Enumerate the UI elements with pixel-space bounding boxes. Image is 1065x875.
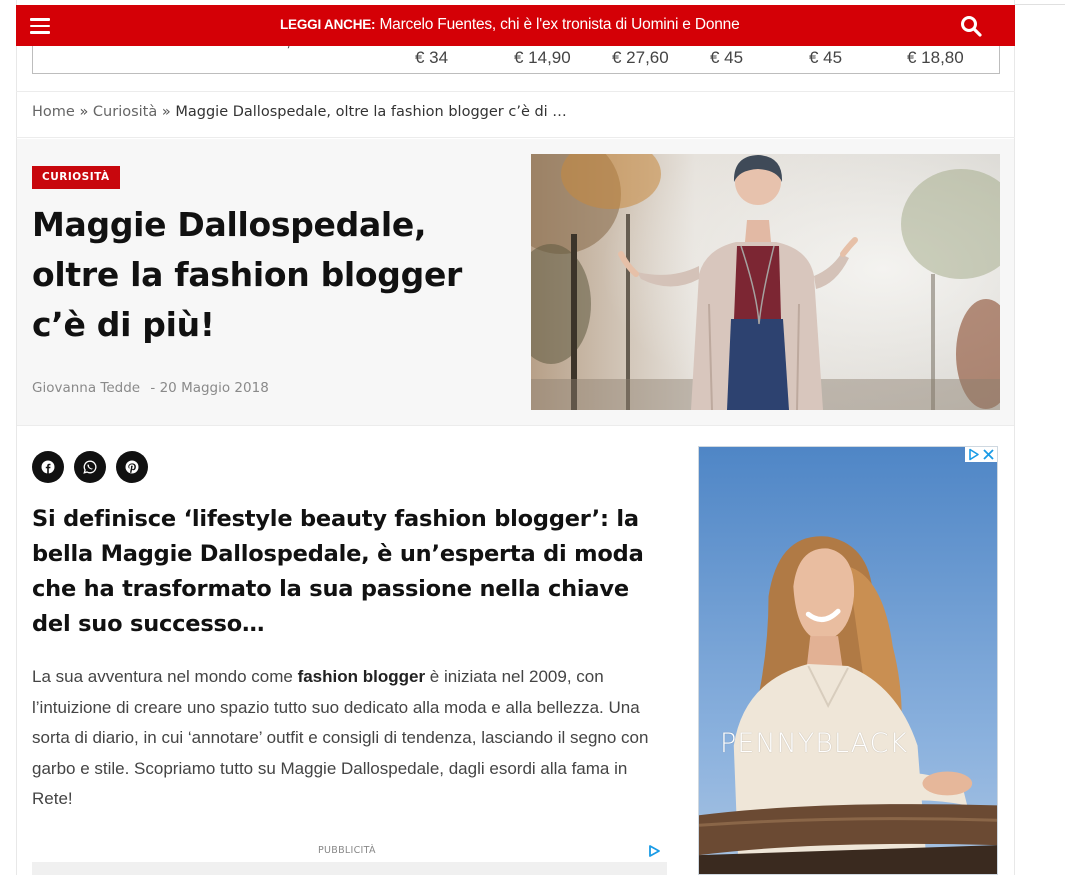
menu-icon[interactable] — [30, 17, 50, 34]
breadcrumb-home[interactable]: Home — [32, 104, 75, 120]
adchoices-icon[interactable] — [648, 845, 660, 857]
breadcrumb: Home » Curiosità » Maggie Dallospedale, … — [32, 104, 567, 120]
read-also-ticker[interactable]: LEGGI ANCHE: Marcelo Fuentes, chi è l'ex… — [280, 16, 740, 34]
price-item[interactable]: € 45 — [809, 48, 842, 68]
share-pinterest-button[interactable] — [116, 451, 148, 483]
hero-image — [531, 154, 1000, 410]
body-text-part: è iniziata nel 2009, con l’intuizione di… — [32, 667, 649, 808]
breadcrumb-separator: » — [79, 104, 89, 120]
top-bar: LEGGI ANCHE: Marcelo Fuentes, chi è l'ex… — [16, 5, 1015, 46]
price-item[interactable]: € 18,80 — [907, 48, 964, 68]
whatsapp-icon — [83, 460, 97, 474]
breadcrumb-section[interactable]: Curiosità — [93, 104, 157, 120]
ad-brand-logo: PENNYBLACK — [720, 728, 909, 759]
article-lead: Si definisce ‘lifestyle beauty fashion b… — [32, 506, 644, 637]
share-facebook-button[interactable] — [32, 451, 64, 483]
byline-separator: - — [150, 380, 156, 396]
ad-close-icon[interactable] — [965, 447, 997, 462]
search-icon[interactable] — [959, 14, 983, 38]
divider — [1015, 4, 1065, 5]
ad-label: PUBBLICITÀ — [318, 845, 376, 856]
price-item[interactable]: € 14,90 — [514, 48, 571, 68]
ticker-label: LEGGI ANCHE: — [280, 17, 376, 32]
price-item[interactable]: € 34 — [415, 48, 448, 68]
facebook-icon — [41, 460, 55, 474]
inline-ad-slot[interactable] — [32, 862, 667, 875]
ticker-link[interactable]: Marcelo Fuentes, chi è l'ex tronista di … — [379, 16, 739, 33]
author-link[interactable]: Giovanna Tedde — [32, 380, 140, 396]
body-keyword: fashion blogger — [297, 667, 426, 686]
breadcrumb-separator: » — [161, 104, 171, 120]
pinterest-icon — [125, 460, 139, 474]
article-body: La sua avventura nel mondo come fashion … — [32, 662, 672, 815]
byline: Giovanna Tedde - 20 Maggio 2018 — [32, 380, 269, 396]
breadcrumb-current: Maggie Dallospedale, oltre la fashion bl… — [175, 104, 567, 120]
price-item[interactable]: € 45 — [710, 48, 743, 68]
article-title: Maggie Dallospedale, oltre la fashion bl… — [32, 205, 463, 344]
share-whatsapp-button[interactable] — [74, 451, 106, 483]
article-date: 20 Maggio 2018 — [159, 380, 269, 396]
price-item[interactable]: € 27,60 — [612, 48, 669, 68]
side-ad-banner[interactable] — [698, 446, 998, 875]
category-badge[interactable]: CURIOSITÀ — [32, 166, 120, 189]
body-text-part: La sua avventura nel mondo come — [32, 667, 298, 686]
